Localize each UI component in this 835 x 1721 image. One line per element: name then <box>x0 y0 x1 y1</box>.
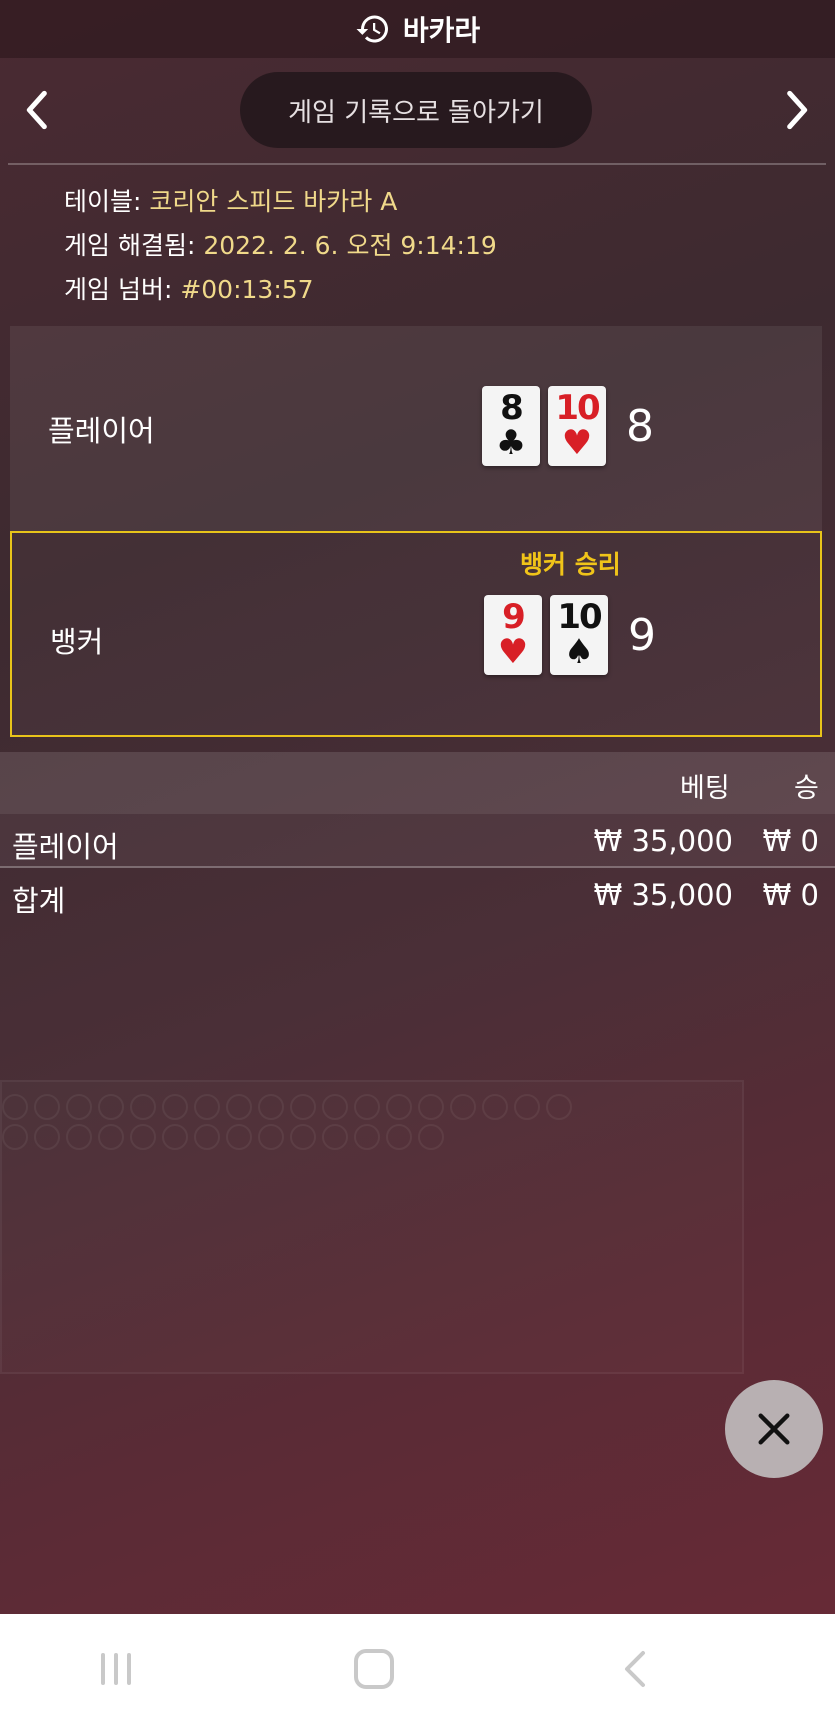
app-header: 바카라 <box>0 0 835 58</box>
total-win-amount: ₩ 0 <box>762 878 819 912</box>
total-label: 합계 <box>12 884 66 918</box>
banker-hand: 뱅커 승리 뱅커 9 ♥ 10 ♠ 9 <box>10 531 822 737</box>
previous-game-button[interactable] <box>6 80 66 140</box>
table-row: 플레이어 ₩ 35,000 ₩ 0 <box>0 814 835 866</box>
playing-card: 9 ♥ <box>484 595 542 675</box>
next-game-button[interactable] <box>768 80 828 140</box>
bet-column-header: 베팅 <box>680 773 730 804</box>
back-to-history-button[interactable]: 게임 기록으로 돌아가기 <box>240 72 592 148</box>
game-number-label: 게임 넘버: <box>64 275 173 304</box>
heart-suit-icon: ♥ <box>561 423 593 463</box>
playing-card: 10 ♠ <box>550 595 608 675</box>
close-button[interactable] <box>725 1380 823 1478</box>
resolved-info-row: 게임 해결됨: 2022. 2. 6. 오전 9:14:19 <box>64 224 497 268</box>
card-rank: 10 <box>557 597 602 637</box>
game-info: 테이블: 코리안 스피드 바카라 A 게임 해결됨: 2022. 2. 6. 오… <box>64 180 497 312</box>
win-column-header: 승 <box>794 773 819 804</box>
banker-hand-name: 뱅커 <box>50 625 104 659</box>
chevron-right-icon <box>787 90 808 130</box>
spade-suit-icon: ♠ <box>563 632 595 672</box>
card-rank: 8 <box>500 388 524 428</box>
table-value: 코리안 스피드 바카라 A <box>149 187 398 216</box>
card-rank: 10 <box>555 388 600 428</box>
history-icon <box>356 15 388 43</box>
player-total: 8 <box>626 400 654 452</box>
playing-card: 10 ♥ <box>548 386 606 466</box>
home-icon <box>354 1649 394 1689</box>
bet-name: 플레이어 <box>12 830 119 864</box>
resolved-value: 2022. 2. 6. 오전 9:14:19 <box>203 231 497 260</box>
total-row: 합계 ₩ 35,000 ₩ 0 <box>0 868 835 920</box>
winner-badge: 뱅커 승리 <box>520 550 621 579</box>
close-icon <box>758 1413 790 1445</box>
heart-suit-icon: ♥ <box>497 632 529 672</box>
total-bet-amount: ₩ 35,000 <box>593 878 733 912</box>
player-cards: 8 ♣ 10 ♥ 8 <box>482 386 654 466</box>
chevron-left-icon <box>26 90 47 130</box>
playing-card: 8 ♣ <box>482 386 540 466</box>
win-amount: ₩ 0 <box>762 824 819 858</box>
game-number-row: 게임 넘버: #00:13:57 <box>64 268 497 312</box>
resolved-label: 게임 해결됨: <box>64 231 196 260</box>
club-suit-icon: ♣ <box>495 423 527 463</box>
home-button[interactable] <box>344 1644 404 1694</box>
history-navigation: 게임 기록으로 돌아가기 <box>0 72 835 150</box>
recent-apps-icon <box>101 1653 131 1685</box>
banker-total: 9 <box>628 609 656 661</box>
system-navigation-bar <box>0 1614 835 1721</box>
back-icon <box>625 1651 645 1687</box>
card-rank: 9 <box>502 597 526 637</box>
bet-table-header: 베팅 승 <box>0 752 835 814</box>
table-info-row: 테이블: 코리안 스피드 바카라 A <box>64 180 497 224</box>
page-title: 바카라 <box>402 14 481 47</box>
bet-amount: ₩ 35,000 <box>593 824 733 858</box>
recent-apps-button[interactable] <box>86 1644 146 1694</box>
player-hand-name: 플레이어 <box>48 414 155 448</box>
system-back-button[interactable] <box>604 1644 664 1694</box>
game-number-value: #00:13:57 <box>180 275 314 304</box>
player-hand: 플레이어 8 ♣ 10 ♥ 8 <box>10 326 822 532</box>
header-divider <box>8 163 826 165</box>
banker-cards: 9 ♥ 10 ♠ 9 <box>484 595 656 675</box>
table-label: 테이블: <box>64 187 142 216</box>
